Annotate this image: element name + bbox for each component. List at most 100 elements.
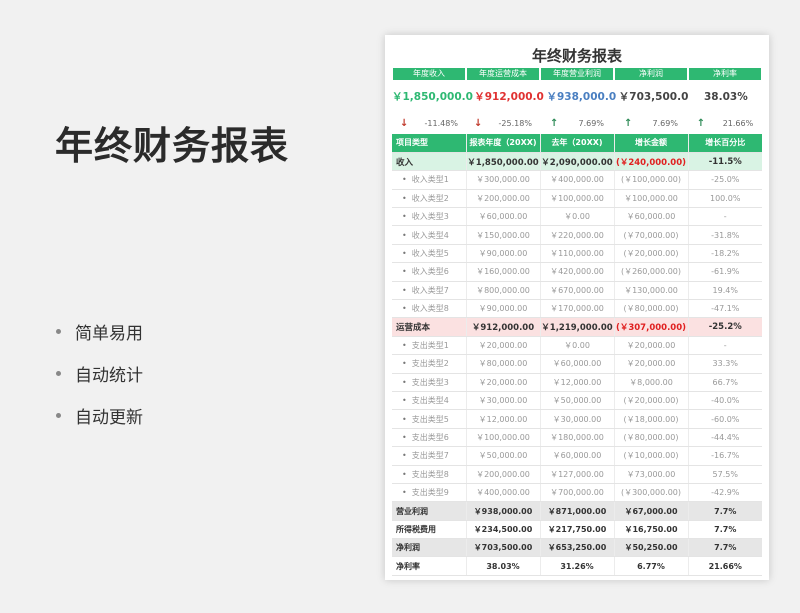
page-title: 年终财务报表: [55, 124, 290, 168]
row-label: 收入类型5: [392, 244, 467, 264]
table-cell: ￥1,850,000.00: [466, 152, 541, 172]
row-label: 支出类型4: [392, 391, 467, 411]
table-row: 收入类型7￥800,000.00￥670,000.00￥130,000.0019…: [392, 281, 762, 301]
feature-item: 简单易用: [56, 310, 143, 352]
table-cell: ￥912,000.00: [466, 317, 541, 337]
table-cell: -11.5%: [688, 152, 762, 172]
table-cell: (￥20,000.00): [614, 244, 689, 264]
table-row: 所得税费用 ￥234,500.00 ￥217,750.00 ￥16,750.00 7.7…: [392, 520, 762, 540]
kpi-change: ↓ -11.48%: [392, 114, 466, 134]
kpi-change-text: -11.48%: [424, 119, 458, 128]
row-label: 支出类型2: [392, 354, 467, 374]
row-label: 收入类型2: [392, 189, 467, 209]
table-row: 支出类型9￥400,000.00￥700,000.00(￥300,000.00)…: [392, 483, 762, 503]
row-label: 收入类型6: [392, 262, 467, 282]
row-label: 收入类型3: [392, 207, 467, 227]
sheet-title: 年终财务报表: [531, 47, 622, 65]
table-cell: 57.5%: [688, 465, 762, 484]
table-cell: ￥200,000.00: [466, 189, 541, 209]
table-row: 收入 ￥1,850,000.00 ￥2,090,000.00 (￥240,000.00…: [392, 152, 762, 172]
arrow-down-icon: ↓: [400, 118, 409, 129]
report-table: 项目类型 报表年度（20XX) 去年（20XX) 增长金额 增长百分比 收入 ￥1,850,…: [392, 134, 762, 576]
table-cell: ￥1,219,000.00: [540, 317, 615, 337]
table-header-row: 项目类型 报表年度（20XX) 去年（20XX) 增长金额 增长百分比: [392, 134, 762, 153]
table-cell: 7.7%: [688, 520, 762, 540]
table-cell: -31.8%: [688, 225, 762, 245]
table-cell: ￥800,000.00: [466, 281, 541, 301]
table-cell: 7.7%: [688, 501, 762, 521]
row-label: 净利率: [392, 556, 467, 576]
row-label: 收入类型7: [392, 281, 467, 301]
row-label: 收入类型1: [392, 170, 467, 190]
kpi-value: ￥938,000.0: [546, 91, 617, 103]
kpi-change: ↑ 21.66%: [688, 114, 762, 134]
table-cell: -47.1%: [688, 299, 762, 319]
table-cell: ￥30,000.00: [466, 391, 541, 411]
table-cell: ￥400,000.00: [540, 170, 615, 190]
table-cell: ￥653,250.00: [540, 538, 615, 558]
table-cell: ￥100,000.00: [466, 428, 541, 448]
kpi-label: 年度营业利润: [541, 68, 613, 80]
table-cell: ￥170,000.00: [540, 299, 615, 319]
row-label: 支出类型5: [392, 409, 467, 429]
table-cell: (￥307,000.00): [614, 317, 689, 337]
column-header: 项目类型: [392, 134, 467, 153]
arrow-up-icon: ↑: [550, 118, 559, 129]
table-cell: ￥73,000.00: [614, 465, 689, 484]
table-cell: ￥60,000.00: [466, 207, 541, 227]
table-row: 收入类型4￥150,000.00￥220,000.00(￥70,000.00)-…: [392, 225, 762, 245]
table-row: 支出类型4￥30,000.00￥50,000.00(￥20,000.00)-40…: [392, 391, 762, 411]
feature-list: 简单易用 自动统计 自动更新: [56, 310, 143, 436]
table-cell: -: [688, 207, 762, 227]
table-row: 支出类型5￥12,000.00￥30,000.00(￥18,000.00)-60…: [392, 409, 762, 429]
table-cell: 100.0%: [688, 189, 762, 209]
table-cell: -: [688, 336, 762, 356]
bullet-dot-icon: [56, 370, 61, 376]
table-row: 收入类型1￥300,000.00￥400,000.00(￥100,000.00)…: [392, 170, 762, 190]
table-row: 收入类型2￥200,000.00￥100,000.00￥100,000.0010…: [392, 189, 762, 209]
table-cell: ￥938,000.00: [466, 501, 541, 521]
table-cell: 33.3%: [688, 354, 762, 374]
table-cell: ￥20,000.00: [614, 336, 689, 356]
table-cell: ￥160,000.00: [466, 262, 541, 282]
kpi-value: ￥912,000.0: [474, 91, 544, 103]
table-cell: ￥12,000.00: [540, 373, 615, 392]
table-cell: ￥16,750.00: [614, 520, 689, 540]
table-cell: ￥50,000.00: [466, 446, 541, 466]
table-cell: ￥60,000.00: [614, 207, 689, 227]
table-cell: ￥8,000.00: [614, 373, 689, 392]
table-cell: ￥80,000.00: [466, 354, 541, 374]
table-cell: ￥20,000.00: [466, 336, 541, 356]
table-row: 净利润 ￥703,500.00 ￥653,250.00 ￥50,250.00 7.7%: [392, 538, 762, 558]
table-cell: ￥400,000.00: [466, 483, 541, 503]
table-cell: ￥200,000.00: [466, 465, 541, 484]
table-cell: 7.7%: [688, 538, 762, 558]
bullet-dot-icon: [56, 328, 61, 334]
table-cell: ￥127,000.00: [540, 465, 615, 484]
table-cell: -25.2%: [688, 317, 762, 337]
kpi-label: 年度运营成本: [467, 68, 539, 80]
table-cell: ￥234,500.00: [466, 520, 541, 540]
table-cell: -42.9%: [688, 483, 762, 503]
table-cell: ￥90,000.00: [466, 244, 541, 264]
row-label: 支出类型8: [392, 465, 467, 484]
table-cell: ￥700,000.00: [540, 483, 615, 503]
table-cell: ￥110,000.00: [540, 244, 615, 264]
table-row: 支出类型8￥200,000.00￥127,000.00￥73,000.0057.…: [392, 465, 762, 484]
table-cell: -16.7%: [688, 446, 762, 466]
kpi-change-text: 7.69%: [652, 119, 678, 128]
kpi-change-text: 7.69%: [578, 119, 604, 128]
table-cell: (￥20,000.00): [614, 391, 689, 411]
table-row: 收入类型8￥90,000.00￥170,000.00(￥80,000.00)-4…: [392, 299, 762, 319]
table-cell: (￥240,000.00): [614, 152, 689, 172]
kpi-value: ￥1,850,000.0: [392, 91, 473, 103]
kpi-label: 净利率: [689, 68, 761, 80]
column-header: 去年（20XX): [540, 134, 615, 153]
kpi-label: 净利润: [615, 68, 687, 80]
table-cell: ￥20,000.00: [614, 354, 689, 374]
table-cell: 66.7%: [688, 373, 762, 392]
table-cell: ￥12,000.00: [466, 409, 541, 429]
table-row: 收入类型6￥160,000.00￥420,000.00(￥260,000.00)…: [392, 262, 762, 282]
table-cell: ￥67,000.00: [614, 501, 689, 521]
table-cell: ￥100,000.00: [540, 189, 615, 209]
